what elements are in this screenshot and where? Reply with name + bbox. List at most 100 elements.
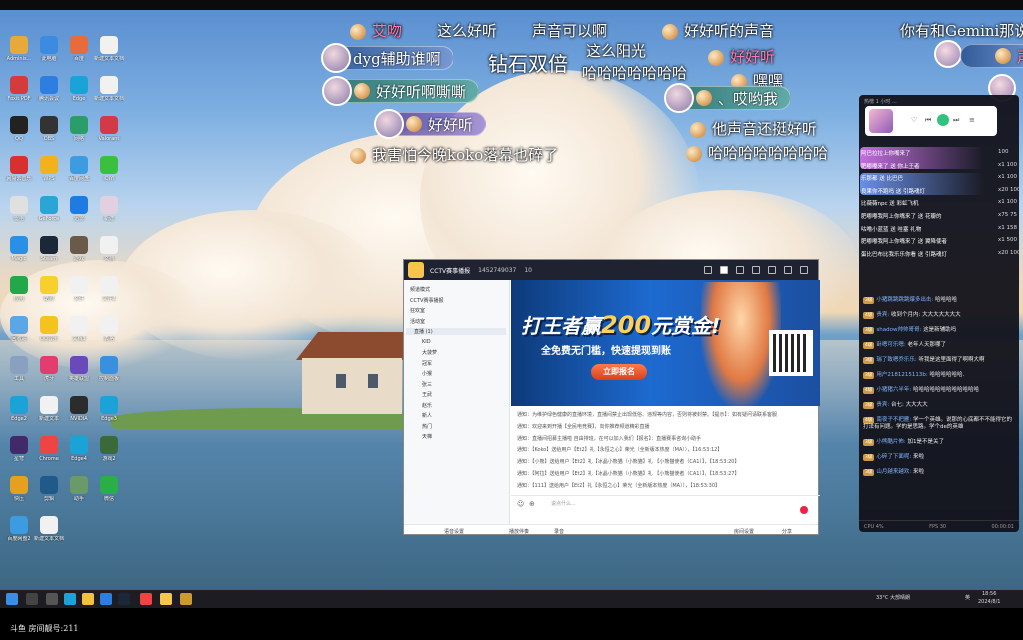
desktop-icon[interactable]: NVIDIA <box>64 396 94 422</box>
toolbar-item[interactable]: 房间设置 <box>734 528 754 535</box>
next-icon[interactable]: ⏭ <box>953 116 959 125</box>
channel-tree-item[interactable]: 天梯 <box>422 433 432 440</box>
desktop-icon[interactable]: 雷电 <box>4 196 34 222</box>
search-icon[interactable] <box>26 593 38 605</box>
app-icon[interactable] <box>100 593 112 605</box>
desktop-icon[interactable]: 百度 <box>64 36 94 62</box>
edge-icon[interactable] <box>64 593 76 605</box>
ime-indicator[interactable]: 英 <box>965 594 970 601</box>
desktop-icon[interactable]: OBS <box>34 116 64 142</box>
chat-username[interactable]: 卧嗯可乐嗯: <box>876 342 907 348</box>
channel-tree-item[interactable]: 赵乐 <box>422 402 432 409</box>
channel-tree-item[interactable]: 大菠萝 <box>422 349 437 356</box>
desktop-icon[interactable]: 文档3 <box>64 316 94 342</box>
desktop-icon[interactable]: Edge <box>64 76 94 102</box>
desktop-icon[interactable]: 此电脑 <box>34 36 64 62</box>
toolbar-item[interactable]: 语音设置 <box>444 528 464 535</box>
desktop-icon[interactable]: 新建文本文档(3) <box>34 516 64 542</box>
steam-icon[interactable] <box>118 593 130 605</box>
gamepad-icon[interactable] <box>752 266 760 274</box>
desktop-icon[interactable]: Magic <box>4 236 34 262</box>
menu-icon[interactable] <box>768 266 776 274</box>
desktop-icon[interactable]: 控制面板 <box>94 356 124 382</box>
chrome-icon[interactable] <box>140 593 152 605</box>
desktop-icon[interactable]: 游戏 <box>64 236 94 262</box>
desktop-icon[interactable]: 应用 <box>4 276 34 302</box>
channel-tree-item[interactable]: 活动室 <box>410 318 425 325</box>
prev-icon[interactable]: ⏮ <box>925 116 931 125</box>
music-player[interactable]: ♡ ⏮ ⏭ ≡ <box>865 106 997 136</box>
message-input[interactable]: 说点什么... <box>551 500 576 507</box>
desktop-icon[interactable]: QQ音乐 <box>34 316 64 342</box>
chat-username[interactable]: 贵宾: <box>876 402 891 408</box>
desktop-icon[interactable]: Edge3 <box>94 396 124 422</box>
channel-tree-item[interactable]: CCTV赛事播报 <box>410 297 443 304</box>
chat-username[interactable]: 小猪猪六半年: <box>876 387 913 393</box>
chat-username[interactable]: shadow帅帅哥哥: <box>876 327 923 333</box>
register-button[interactable]: 立即报名 <box>591 364 647 380</box>
channel-tree-item[interactable]: 热门 <box>422 423 432 430</box>
send-icon[interactable] <box>800 506 808 514</box>
task-view-icon[interactable] <box>46 593 58 605</box>
toolbar-item[interactable]: 播放伴奏 <box>509 528 529 535</box>
desktop-icon[interactable]: 表格 <box>94 316 124 342</box>
channel-tree-item[interactable]: KID <box>422 339 431 345</box>
desktop-icon[interactable]: 助手 <box>64 476 94 502</box>
desktop-icon[interactable]: 文档 <box>94 236 124 262</box>
playlist-icon[interactable]: ≡ <box>969 116 975 124</box>
channel-tree-item[interactable]: 直播 (1) <box>406 328 506 335</box>
promo-banner[interactable]: 打王者赢200元赏金! 全免费无门槛，快速提现到账 立即报名 <box>511 280 820 406</box>
desktop-icon[interactable]: 新建 <box>94 196 124 222</box>
desktop-icon[interactable]: Edge4 <box>64 436 94 462</box>
desktop-icon[interactable]: Chrome <box>34 436 64 462</box>
toolbar-item[interactable]: 录音 <box>554 528 564 535</box>
start-icon[interactable] <box>6 593 18 605</box>
chat-username[interactable]: 小猪跳跳跳跳爆多出击: <box>876 297 935 303</box>
heart-icon[interactable]: ♡ <box>911 116 917 124</box>
minimize-icon[interactable] <box>784 266 792 274</box>
desktop-icon[interactable]: 迅雷 <box>64 196 94 222</box>
desktop-icon[interactable]: 酷狗 <box>34 276 64 302</box>
game-icon[interactable] <box>180 593 192 605</box>
desktop-icon[interactable]: 英雄联盟 <box>64 356 94 382</box>
chat-username[interactable]: 山月越来越欢: <box>876 469 913 475</box>
desktop-icon[interactable]: 剪辑 <box>34 476 64 502</box>
chat-input-area[interactable]: ☺ ⊕ 说点什么... <box>511 495 820 524</box>
desktop-icon[interactable]: 腾讯会议 <box>34 76 64 102</box>
channel-tree-item[interactable]: 狂欢室 <box>410 307 425 314</box>
channel-tree-item[interactable]: 频道模式 <box>410 286 430 293</box>
channel-tree-item[interactable]: 新人 <box>422 412 432 419</box>
desktop-icon[interactable]: 网易云音乐 <box>4 156 34 182</box>
clock-date[interactable]: 2024/8/1 <box>978 599 1000 605</box>
explorer-icon[interactable] <box>82 593 94 605</box>
channel-tree-item[interactable]: 小猴 <box>422 370 432 377</box>
desktop-icon[interactable]: 微信 <box>94 476 124 502</box>
desktop-icon[interactable]: 回收站 <box>4 316 34 342</box>
yy-taskbar-icon[interactable] <box>160 593 172 605</box>
clock-time[interactable]: 18:56 <box>982 591 996 597</box>
toolbar-item[interactable]: 分享 <box>782 528 792 535</box>
channel-tree-item[interactable]: 冠军 <box>422 360 432 367</box>
channel-tree-item[interactable]: 张三 <box>422 381 432 388</box>
chat-username[interactable]: 瑞了致嗯乔乐乐: <box>876 357 918 363</box>
desktop-icon[interactable]: 新建文本文档(2) <box>94 76 124 102</box>
desktop-icon[interactable]: GeForce <box>34 196 64 222</box>
desktop-icon[interactable]: 工具 <box>4 356 34 382</box>
desktop-icon[interactable]: 文件 <box>64 276 94 302</box>
grid-icon[interactable] <box>736 266 744 274</box>
desktop-icon[interactable]: 快压 <box>4 476 34 502</box>
desktop-icon[interactable]: 百度网盘 <box>64 156 94 182</box>
desktop-icon[interactable]: 新建文本文档 <box>94 36 124 62</box>
add-icon[interactable]: ⊕ <box>529 500 535 508</box>
desktop-icon[interactable]: WPS <box>34 156 64 182</box>
desktop-icon[interactable]: 百度网盘2 <box>4 516 34 542</box>
desktop-icon[interactable]: Steam <box>34 236 64 262</box>
desktop-icon[interactable]: 星穹 <box>4 436 34 462</box>
desktop-icon[interactable]: 虎牙 <box>34 356 64 382</box>
play-button[interactable] <box>937 114 949 126</box>
screen-icon[interactable] <box>704 266 712 274</box>
close-icon[interactable] <box>800 266 808 274</box>
desktop-icon[interactable]: Valorant <box>94 116 124 142</box>
weather-text[interactable]: 33°C 大部晴朗 <box>876 594 910 601</box>
desktop-icon[interactable]: 网络 <box>64 116 94 142</box>
